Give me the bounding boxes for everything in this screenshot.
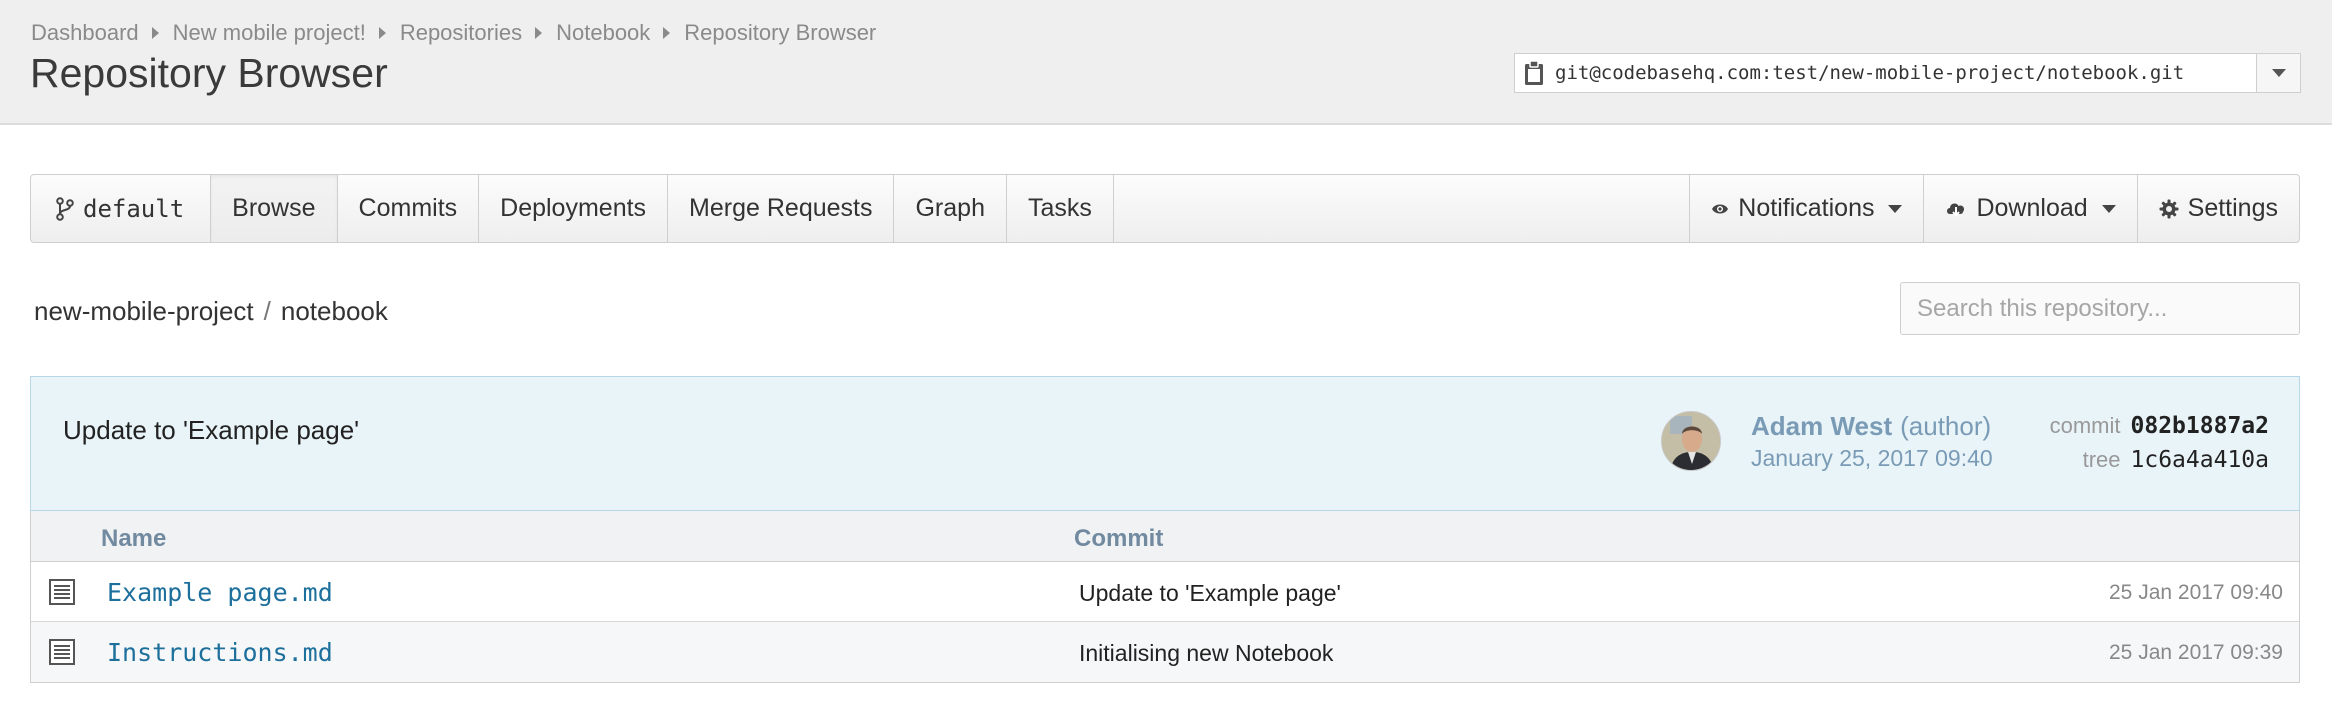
breadcrumb-separator-icon [663,27,671,39]
author-line: Adam West (author) [1751,411,1991,442]
tree-label: tree [2082,447,2121,472]
breadcrumb-separator-icon [151,27,159,39]
gear-icon [2159,199,2179,219]
branch-name: default [83,194,185,223]
repository-nav: default Browse Commits Deployments Merge… [30,174,2300,243]
breadcrumb-separator-icon [378,27,386,39]
tab-merge-requests[interactable]: Merge Requests [668,175,895,242]
path-separator: / [263,296,271,326]
tab-browse[interactable]: Browse [211,175,338,242]
git-branch-icon [56,196,74,221]
file-commit-message: Update to 'Example page' [1079,580,1341,606]
path-repo: notebook [280,296,388,326]
clipboard-icon[interactable] [1515,54,1553,92]
tab-tasks[interactable]: Tasks [1007,175,1114,242]
breadcrumb-repositories[interactable]: Repositories [400,20,522,46]
notifications-button[interactable]: Notifications [1690,175,1925,242]
breadcrumb: Dashboard New mobile project! Repositori… [31,20,876,46]
repository-path: new-mobile-project / notebook [34,296,388,327]
author-role: (author) [1900,411,1992,441]
tab-graph[interactable]: Graph [894,175,1007,242]
breadcrumb-project[interactable]: New mobile project! [173,20,366,46]
download-button[interactable]: Download [1924,175,2138,242]
column-header-name: Name [101,525,167,552]
notifications-label: Notifications [1738,194,1875,222]
commit-message: Update to 'Example page' [63,415,360,445]
column-header-commit: Commit [1074,525,1164,552]
breadcrumb-separator-icon [535,27,543,39]
caret-down-icon [2101,204,2116,213]
tree-hash[interactable]: 1c6a4a410a [2131,447,2269,473]
table-row[interactable]: Instructions.md Initialising new Noteboo… [31,622,2299,682]
breadcrumb-dashboard[interactable]: Dashboard [31,20,139,46]
tree-hash-row: tree 1c6a4a410a [2083,447,2269,473]
avatar[interactable] [1661,411,1721,471]
download-label: Download [1976,194,2088,222]
commit-label: commit [2049,413,2121,438]
search-input[interactable] [1900,282,2300,335]
tab-commits[interactable]: Commits [338,175,480,242]
table-header: Name Commit [31,511,2299,562]
clone-url-text[interactable]: git@codebasehq.com:test/new-mobile-proje… [1553,62,2256,84]
cloud-download-icon [1945,200,1967,218]
file-link[interactable]: Instructions.md [107,638,333,667]
file-commit-date: 25 Jan 2017 09:39 [2109,641,2283,664]
author-name[interactable]: Adam West [1751,411,1892,441]
branch-selector[interactable]: default [31,175,212,242]
file-icon [49,639,75,670]
file-link[interactable]: Example page.md [107,578,333,607]
tab-deployments[interactable]: Deployments [479,175,669,242]
breadcrumb-notebook[interactable]: Notebook [556,20,650,46]
commit-date: January 25, 2017 09:40 [1751,445,1993,471]
commit-hash[interactable]: 082b1887a2 [2131,413,2269,439]
path-project-link[interactable]: new-mobile-project [34,296,254,326]
commit-hash-row: commit 082b1887a2 [2050,413,2269,439]
file-commit-date: 25 Jan 2017 09:40 [2109,581,2283,604]
caret-down-icon [2271,69,2286,77]
table-row[interactable]: Example page.md Update to 'Example page'… [31,562,2299,622]
settings-label: Settings [2187,194,2278,222]
file-commit-message: Initialising new Notebook [1079,640,1334,666]
nav-spacer [1114,175,1691,242]
page-header: Dashboard New mobile project! Repositori… [0,0,2332,125]
clone-url-box: git@codebasehq.com:test/new-mobile-proje… [1514,53,2301,93]
clone-dropdown-button[interactable] [2256,54,2300,92]
file-icon [49,579,75,610]
settings-button[interactable]: Settings [2138,175,2299,242]
page-title: Repository Browser [30,50,388,96]
file-table: Name Commit Example page.md Update to 'E… [30,511,2300,683]
eye-icon [1711,202,1729,216]
latest-commit-panel: Update to 'Example page' Adam West (autho… [30,376,2300,511]
caret-down-icon [1888,204,1903,213]
breadcrumb-current: Repository Browser [684,20,877,45]
